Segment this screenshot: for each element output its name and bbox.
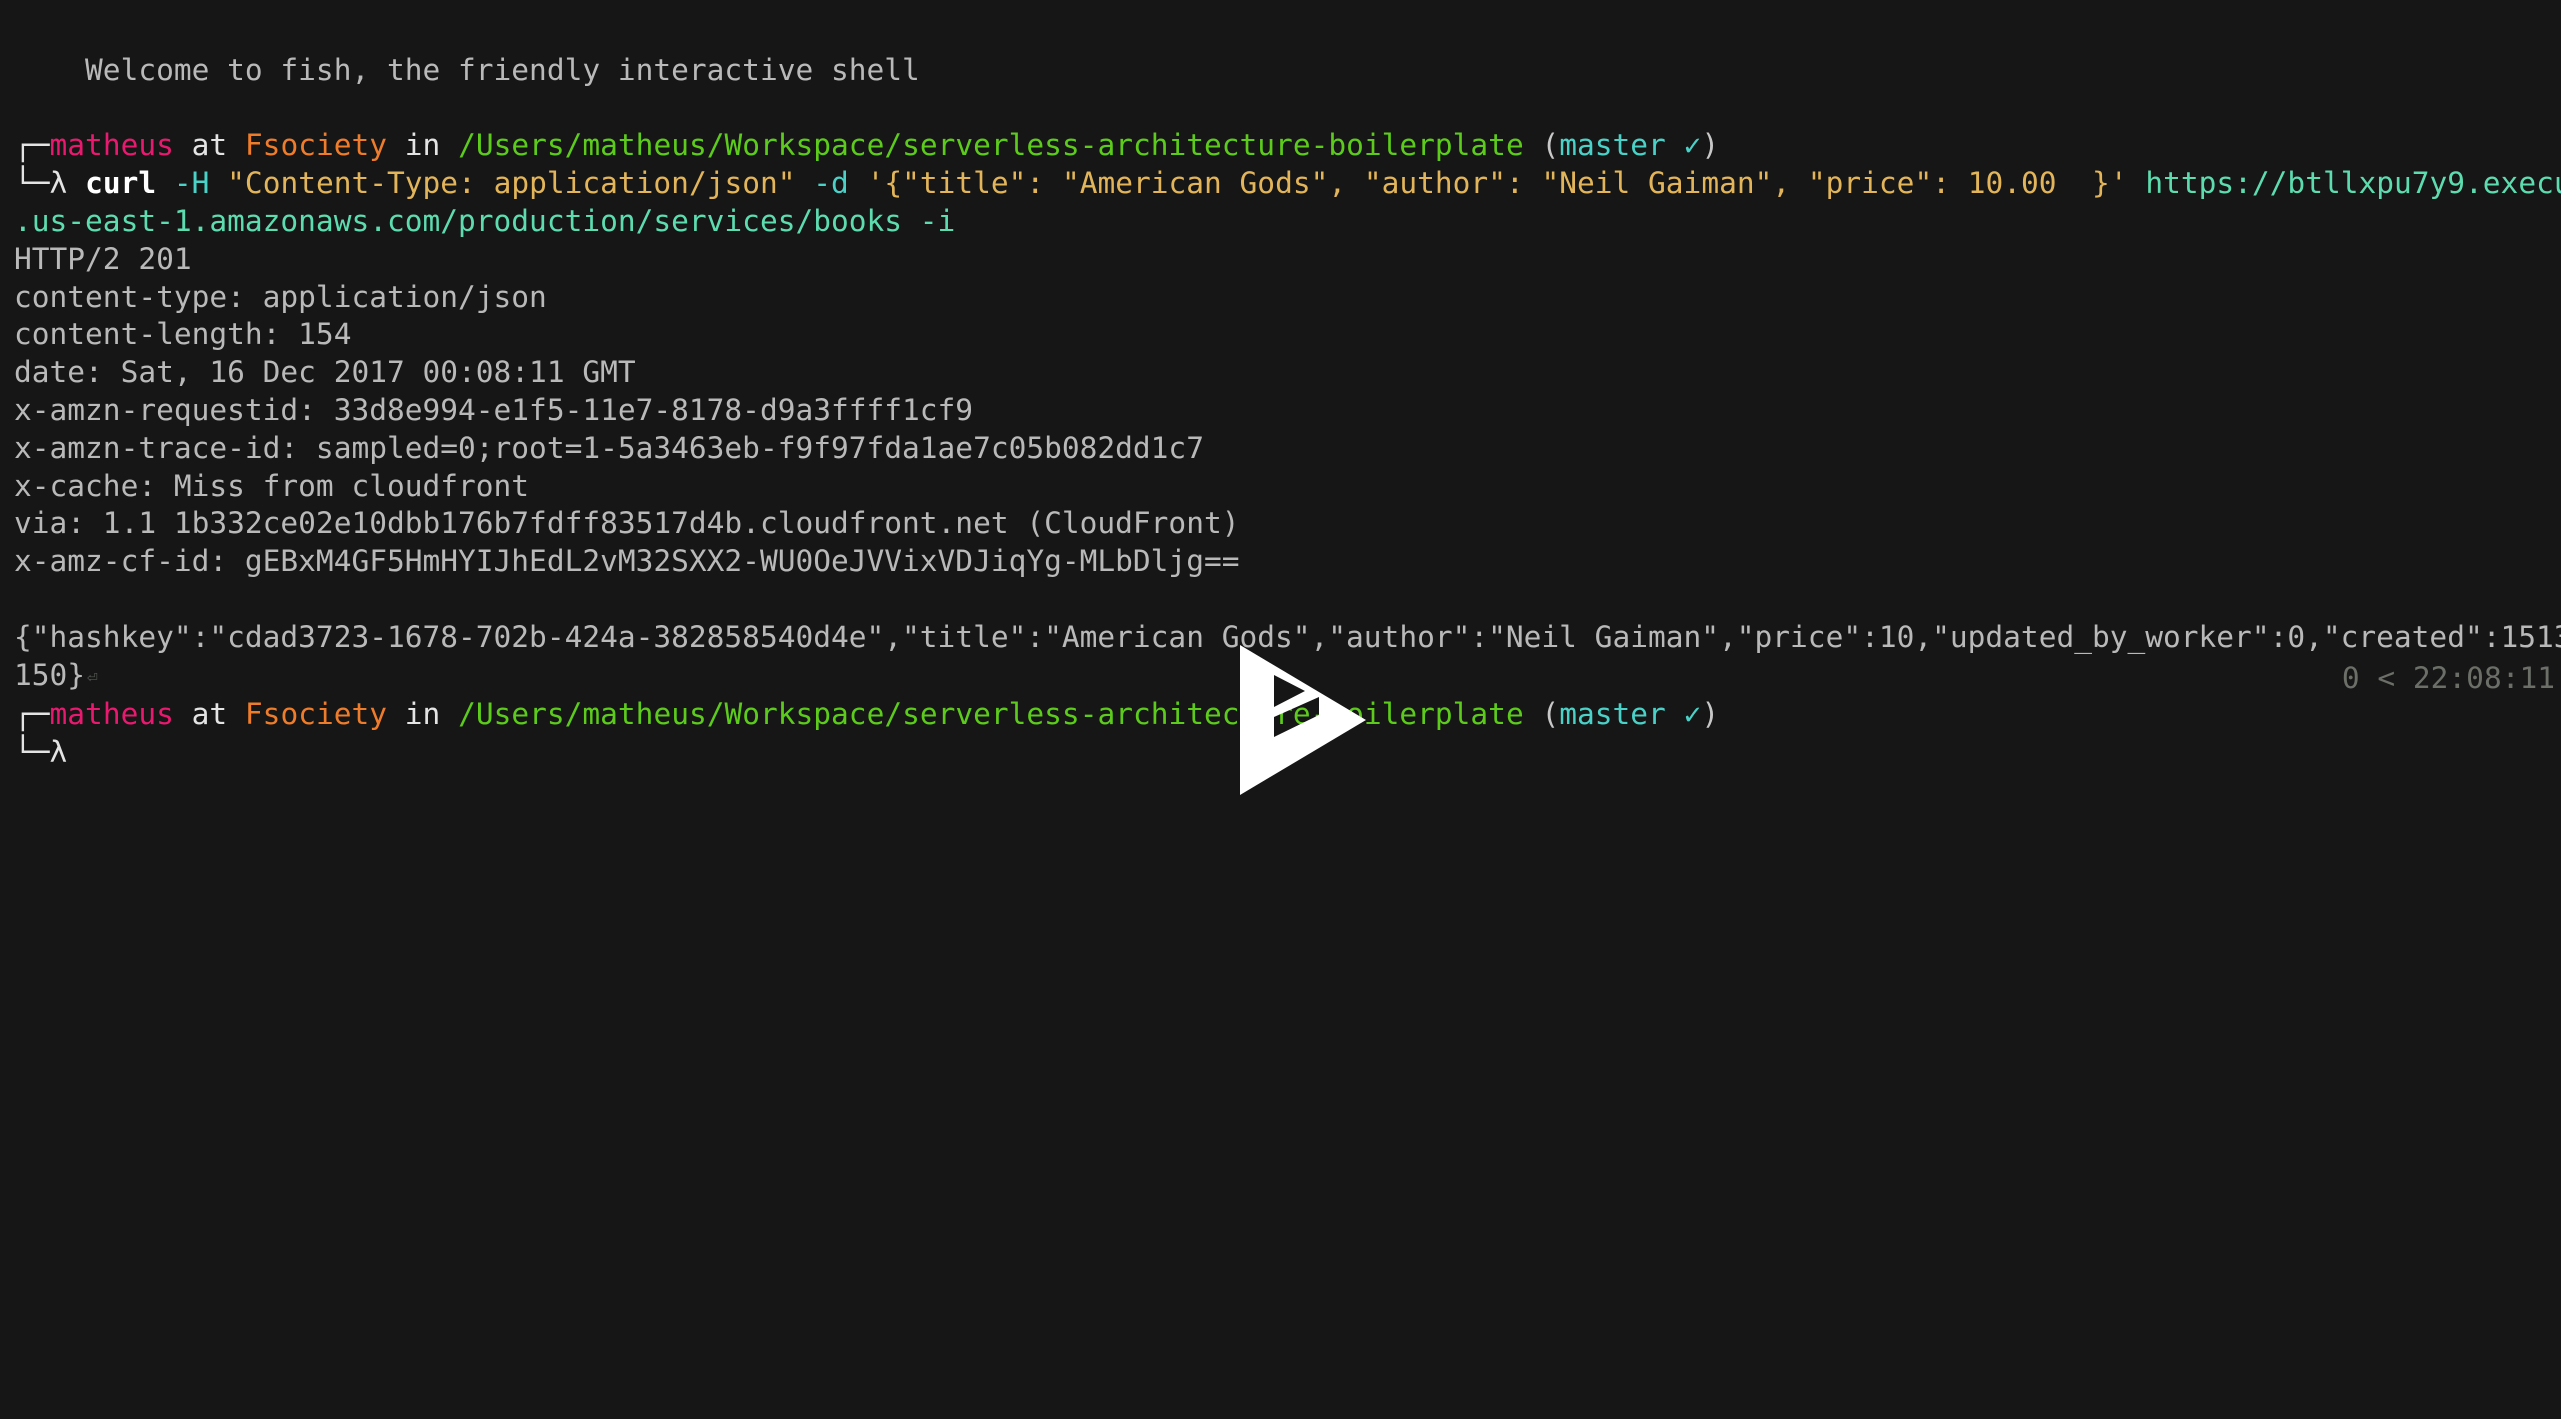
response-header-line: x-amz-cf-id: gEBxM4GF5HmHYIJhEdL2vM32SXX… <box>14 543 2561 581</box>
prompt-user: matheus <box>49 128 174 163</box>
prompt-space-2 <box>227 128 245 162</box>
git-branch-name: master <box>1559 697 1666 732</box>
response-header-text: x-amzn-requestid: 33d8e994-e1f5-11e7-817… <box>14 392 974 427</box>
command-line-row-1: └─λ curl -H "Content-Type: application/j… <box>14 165 2561 203</box>
response-header-line: x-amzn-trace-id: sampled=0;root=1-5a3463… <box>14 430 2561 468</box>
command-url-part-1: https://btllxpu7y9.execute-api <box>2145 166 2561 201</box>
response-header-text: content-length: 154 <box>14 317 352 352</box>
terminal-screen: Welcome to fish, the friendly interactiv… <box>0 0 2561 1419</box>
git-clean-check-icon: ✓ <box>1683 697 1702 732</box>
command-flag-d: -d <box>813 166 849 201</box>
response-header-text: content-type: application/json <box>14 279 547 314</box>
prompt2-space-6 <box>1666 697 1684 731</box>
prompt-user: matheus <box>49 697 174 732</box>
command-flag-i: -i <box>919 203 956 238</box>
response-header-text: x-cache: Miss from cloudfront <box>14 468 530 503</box>
response-header-line: content-length: 154 <box>14 316 2561 354</box>
cmd-space-4 <box>849 166 867 200</box>
prompt-in-word: in <box>404 128 441 163</box>
line-wrap-return-icon: ⏎ <box>87 666 98 688</box>
cmd-space-5 <box>2128 166 2146 200</box>
status-exit-code-and-time: 0 < 22:08:11 <box>2341 661 2555 695</box>
git-branch-name: master <box>1559 128 1666 163</box>
cmd-space-2 <box>209 166 227 200</box>
asciinema-play-icon[interactable] <box>1240 645 1366 795</box>
command-line-row-2: .us-east-1.amazonaws.com/production/serv… <box>14 203 2561 241</box>
git-clean-check-icon: ✓ <box>1683 128 1702 163</box>
play-triangle[interactable] <box>1240 645 1366 795</box>
prompt-at-word: at <box>191 128 228 163</box>
response-header-text: x-amzn-trace-id: sampled=0;root=1-5a3463… <box>14 430 1204 465</box>
play-button[interactable] <box>1240 645 1366 795</box>
response-header-line: date: Sat, 16 Dec 2017 00:08:11 GMT <box>14 354 2561 392</box>
branch-close-paren: ) <box>1701 128 1720 163</box>
response-header-line: x-cache: Miss from cloudfront <box>14 468 2561 506</box>
response-header-text: via: 1.1 1b332ce02e10dbb176b7fdff83517d4… <box>14 506 1240 541</box>
fish-welcome-text: Welcome to fish, the friendly interactiv… <box>85 52 920 87</box>
prompt-in-word: in <box>404 697 441 732</box>
prompt2-space-1 <box>174 697 192 731</box>
prompt2-space-4 <box>440 697 458 731</box>
prompt-corner-top-icon: ┌─ <box>14 128 50 163</box>
prompt-space-6 <box>1666 128 1684 162</box>
prompt-corner-bottom-icon: └─ <box>14 166 50 201</box>
branch-open-paren: ( <box>1541 128 1560 163</box>
prompt-corner-top-icon: ┌─ <box>14 697 50 732</box>
prompt-host: Fsociety <box>244 128 388 163</box>
prompt-space-4 <box>440 128 458 162</box>
response-header-text: HTTP/2 201 <box>14 241 192 276</box>
prompt-lambda-icon: λ <box>49 166 68 201</box>
command-flag-h: -H <box>173 166 210 201</box>
cmd-space-6 <box>902 204 920 238</box>
command-url-part-2: .us-east-1.amazonaws.com/production/serv… <box>14 203 903 238</box>
prompt-path: /Users/matheus/Workspace/serverless-arch… <box>458 128 1524 163</box>
command-header-value: "Content-Type: application/json" <box>227 166 796 201</box>
cmd-space-3 <box>796 166 814 200</box>
response-header-line: via: 1.1 1b332ce02e10dbb176b7fdff83517d4… <box>14 505 2561 543</box>
command-json-payload: '{"title": "American Gods", "author": "N… <box>866 166 2128 201</box>
response-header-line: HTTP/2 201 <box>14 241 2561 279</box>
prompt2-space-2 <box>227 697 245 731</box>
branch-open-paren: ( <box>1541 697 1560 732</box>
cmd-space-1 <box>156 166 174 200</box>
response-header-text: x-amz-cf-id: gEBxM4GF5HmHYIJhEdL2vM32SXX… <box>14 544 1240 579</box>
cmd-space-0 <box>67 166 85 200</box>
prompt2-space-3 <box>387 697 405 731</box>
prompt-lambda-icon: λ <box>49 735 68 770</box>
response-body-text: 150} <box>14 657 86 692</box>
prompt-line-top-1: ┌─matheus at Fsociety in /Users/matheus/… <box>14 127 2561 165</box>
prompt-corner-bottom-icon: └─ <box>14 735 50 770</box>
prompt-at-word: at <box>191 697 228 732</box>
prompt-space-3 <box>387 128 405 162</box>
prompt2-space-5 <box>1524 697 1542 731</box>
prompt-space-5 <box>1524 128 1542 162</box>
command-name: curl <box>85 166 157 201</box>
prompt-host: Fsociety <box>244 697 388 732</box>
fish-welcome-line: Welcome to fish, the friendly interactiv… <box>14 14 2561 127</box>
response-header-line: x-amzn-requestid: 33d8e994-e1f5-11e7-817… <box>14 392 2561 430</box>
response-header-text: date: Sat, 16 Dec 2017 00:08:11 GMT <box>14 355 636 390</box>
response-header-line: content-type: application/json <box>14 279 2561 317</box>
prompt-space-1 <box>174 128 192 162</box>
branch-close-paren: ) <box>1701 697 1720 732</box>
